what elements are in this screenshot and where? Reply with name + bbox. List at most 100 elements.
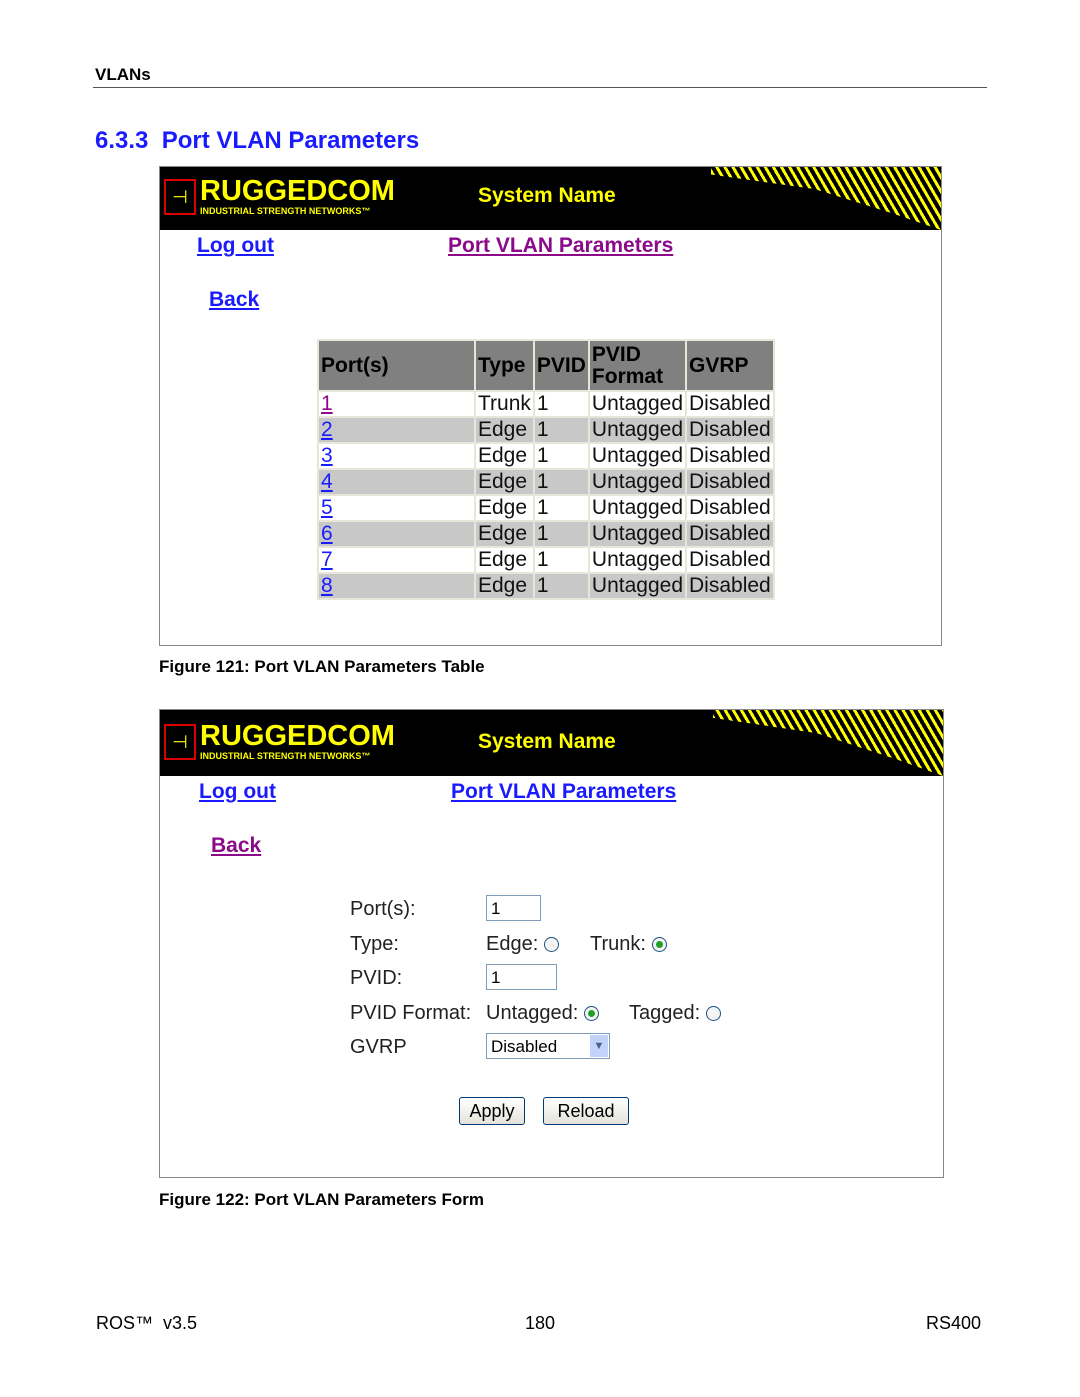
banner: ⊣ RUGGEDCOM INDUSTRIAL STRENGTH NETWORKS… <box>160 167 941 230</box>
type-cell: Edge <box>476 444 533 468</box>
port-link[interactable]: 7 <box>321 548 333 571</box>
type-cell: Edge <box>476 418 533 442</box>
port-cell: 5 <box>319 496 474 520</box>
edge-radio[interactable] <box>543 937 559 953</box>
table-row: 3 Edge 1 Untagged Disabled <box>319 444 773 468</box>
ports-label: Port(s): <box>350 898 416 920</box>
untagged-radio[interactable] <box>583 1006 599 1022</box>
pvid-format-cell: Untagged <box>589 470 685 494</box>
port-link[interactable]: 6 <box>321 522 333 545</box>
pvid-format-cell: Untagged <box>589 496 685 520</box>
port-link[interactable]: 4 <box>321 470 333 493</box>
stripes-decoration <box>713 710 943 776</box>
table-header-row: Port(s) Type PVID PVID Format GVRP <box>319 341 773 390</box>
stripes-decoration <box>711 167 941 230</box>
type-cell: Edge <box>476 496 533 520</box>
back-link[interactable]: Back <box>209 288 259 312</box>
format-tagged-option[interactable]: Tagged: <box>629 1002 721 1025</box>
gvrp-selected-value: Disabled <box>491 1037 558 1056</box>
apply-button[interactable]: Apply <box>459 1097 525 1125</box>
reload-button[interactable]: Reload <box>543 1097 629 1125</box>
logout-link[interactable]: Log out <box>197 234 274 258</box>
section-heading: 6.3.3 Port VLAN Parameters <box>95 127 419 155</box>
port-link[interactable]: 1 <box>321 392 333 415</box>
port-link[interactable]: 5 <box>321 496 333 519</box>
table-row: 7 Edge 1 Untagged Disabled <box>319 548 773 572</box>
figure-122-caption: Figure 122: Port VLAN Parameters Form <box>159 1190 484 1209</box>
trunk-radio[interactable] <box>651 937 667 953</box>
port-link[interactable]: 2 <box>321 418 333 441</box>
type-cell: Edge <box>476 574 533 598</box>
port-vlan-table: Port(s) Type PVID PVID Format GVRP 1 Trun… <box>317 339 775 600</box>
port-cell: 3 <box>319 444 474 468</box>
port-link[interactable]: 8 <box>321 574 333 597</box>
pvid-cell: 1 <box>534 470 588 494</box>
table-row: 4 Edge 1 Untagged Disabled <box>319 470 773 494</box>
format-untagged-option[interactable]: Untagged: <box>486 1002 599 1025</box>
logout-link[interactable]: Log out <box>199 780 276 804</box>
col-ports: Port(s) <box>319 341 474 390</box>
page-title-link[interactable]: Port VLAN Parameters <box>451 780 676 804</box>
ports-input[interactable]: 1 <box>486 895 541 921</box>
pvid-format-cell: Untagged <box>589 548 685 572</box>
section-number: 6.3.3 <box>95 127 149 154</box>
pvid-format-cell: Untagged <box>589 574 685 598</box>
table-row: 2 Edge 1 Untagged Disabled <box>319 418 773 442</box>
pvid-cell: 1 <box>534 574 588 598</box>
pvid-label: PVID: <box>350 967 403 989</box>
footer-product: RS400 <box>926 1313 982 1333</box>
pvid-format-label: PVID Format: <box>350 1002 472 1024</box>
port-cell: 7 <box>319 548 474 572</box>
gvrp-cell: Disabled <box>687 548 773 572</box>
pvid-cell: 1 <box>534 392 588 416</box>
col-pvid-format: PVID Format <box>589 341 685 390</box>
type-cell: Edge <box>476 548 533 572</box>
gvrp-select[interactable]: Disabled ▼ <box>486 1033 610 1059</box>
footer-version: ROS™ v3.5 <box>96 1313 198 1333</box>
port-cell: 1 <box>319 392 474 416</box>
type-edge-option[interactable]: Edge: <box>486 933 559 956</box>
pvid-format-cell: Untagged <box>589 522 685 546</box>
gvrp-cell: Disabled <box>687 522 773 546</box>
pvid-input[interactable]: 1 <box>486 964 557 990</box>
port-link[interactable]: 3 <box>321 444 333 467</box>
footer-page-number: 180 <box>525 1313 556 1333</box>
tagged-radio[interactable] <box>705 1006 721 1022</box>
gvrp-cell: Disabled <box>687 496 773 520</box>
type-label: Type: <box>350 933 399 955</box>
brand-name: RUGGEDCOM <box>200 720 395 752</box>
gvrp-cell: Disabled <box>687 574 773 598</box>
gvrp-label: GVRP <box>350 1036 407 1058</box>
table-row: 8 Edge 1 Untagged Disabled <box>319 574 773 598</box>
gvrp-cell: Disabled <box>687 470 773 494</box>
document-page: VLANs 6.3.3 Port VLAN Parameters ⊣ RUGGE… <box>0 0 1080 1397</box>
port-cell: 4 <box>319 470 474 494</box>
network-logo-icon: ⊣ <box>164 724 196 760</box>
gvrp-cell: Disabled <box>687 444 773 468</box>
table-row: 5 Edge 1 Untagged Disabled <box>319 496 773 520</box>
page-title-link[interactable]: Port VLAN Parameters <box>448 234 673 258</box>
trunk-label: Trunk: <box>590 933 646 955</box>
col-type: Type <box>476 341 533 390</box>
network-logo-icon: ⊣ <box>164 179 196 215</box>
section-title: Port VLAN Parameters <box>161 127 420 154</box>
untagged-label: Untagged: <box>486 1002 579 1024</box>
banner: ⊣ RUGGEDCOM INDUSTRIAL STRENGTH NETWORKS… <box>160 710 943 776</box>
port-cell: 8 <box>319 574 474 598</box>
back-link[interactable]: Back <box>211 834 261 858</box>
pvid-cell: 1 <box>534 444 588 468</box>
pvid-cell: 1 <box>534 548 588 572</box>
type-cell: Edge <box>476 470 533 494</box>
col-pvid: PVID <box>534 341 588 390</box>
chapter-header: VLANs <box>95 65 151 84</box>
system-name: System Name <box>478 730 616 753</box>
pvid-format-cell: Untagged <box>589 444 685 468</box>
chevron-down-icon[interactable]: ▼ <box>590 1035 608 1057</box>
pvid-format-cell: Untagged <box>589 418 685 442</box>
type-trunk-option[interactable]: Trunk: <box>590 933 667 956</box>
pvid-cell: 1 <box>534 418 588 442</box>
port-cell: 6 <box>319 522 474 546</box>
table-row: 1 Trunk 1 Untagged Disabled <box>319 392 773 416</box>
pvid-cell: 1 <box>534 522 588 546</box>
pvid-cell: 1 <box>534 496 588 520</box>
